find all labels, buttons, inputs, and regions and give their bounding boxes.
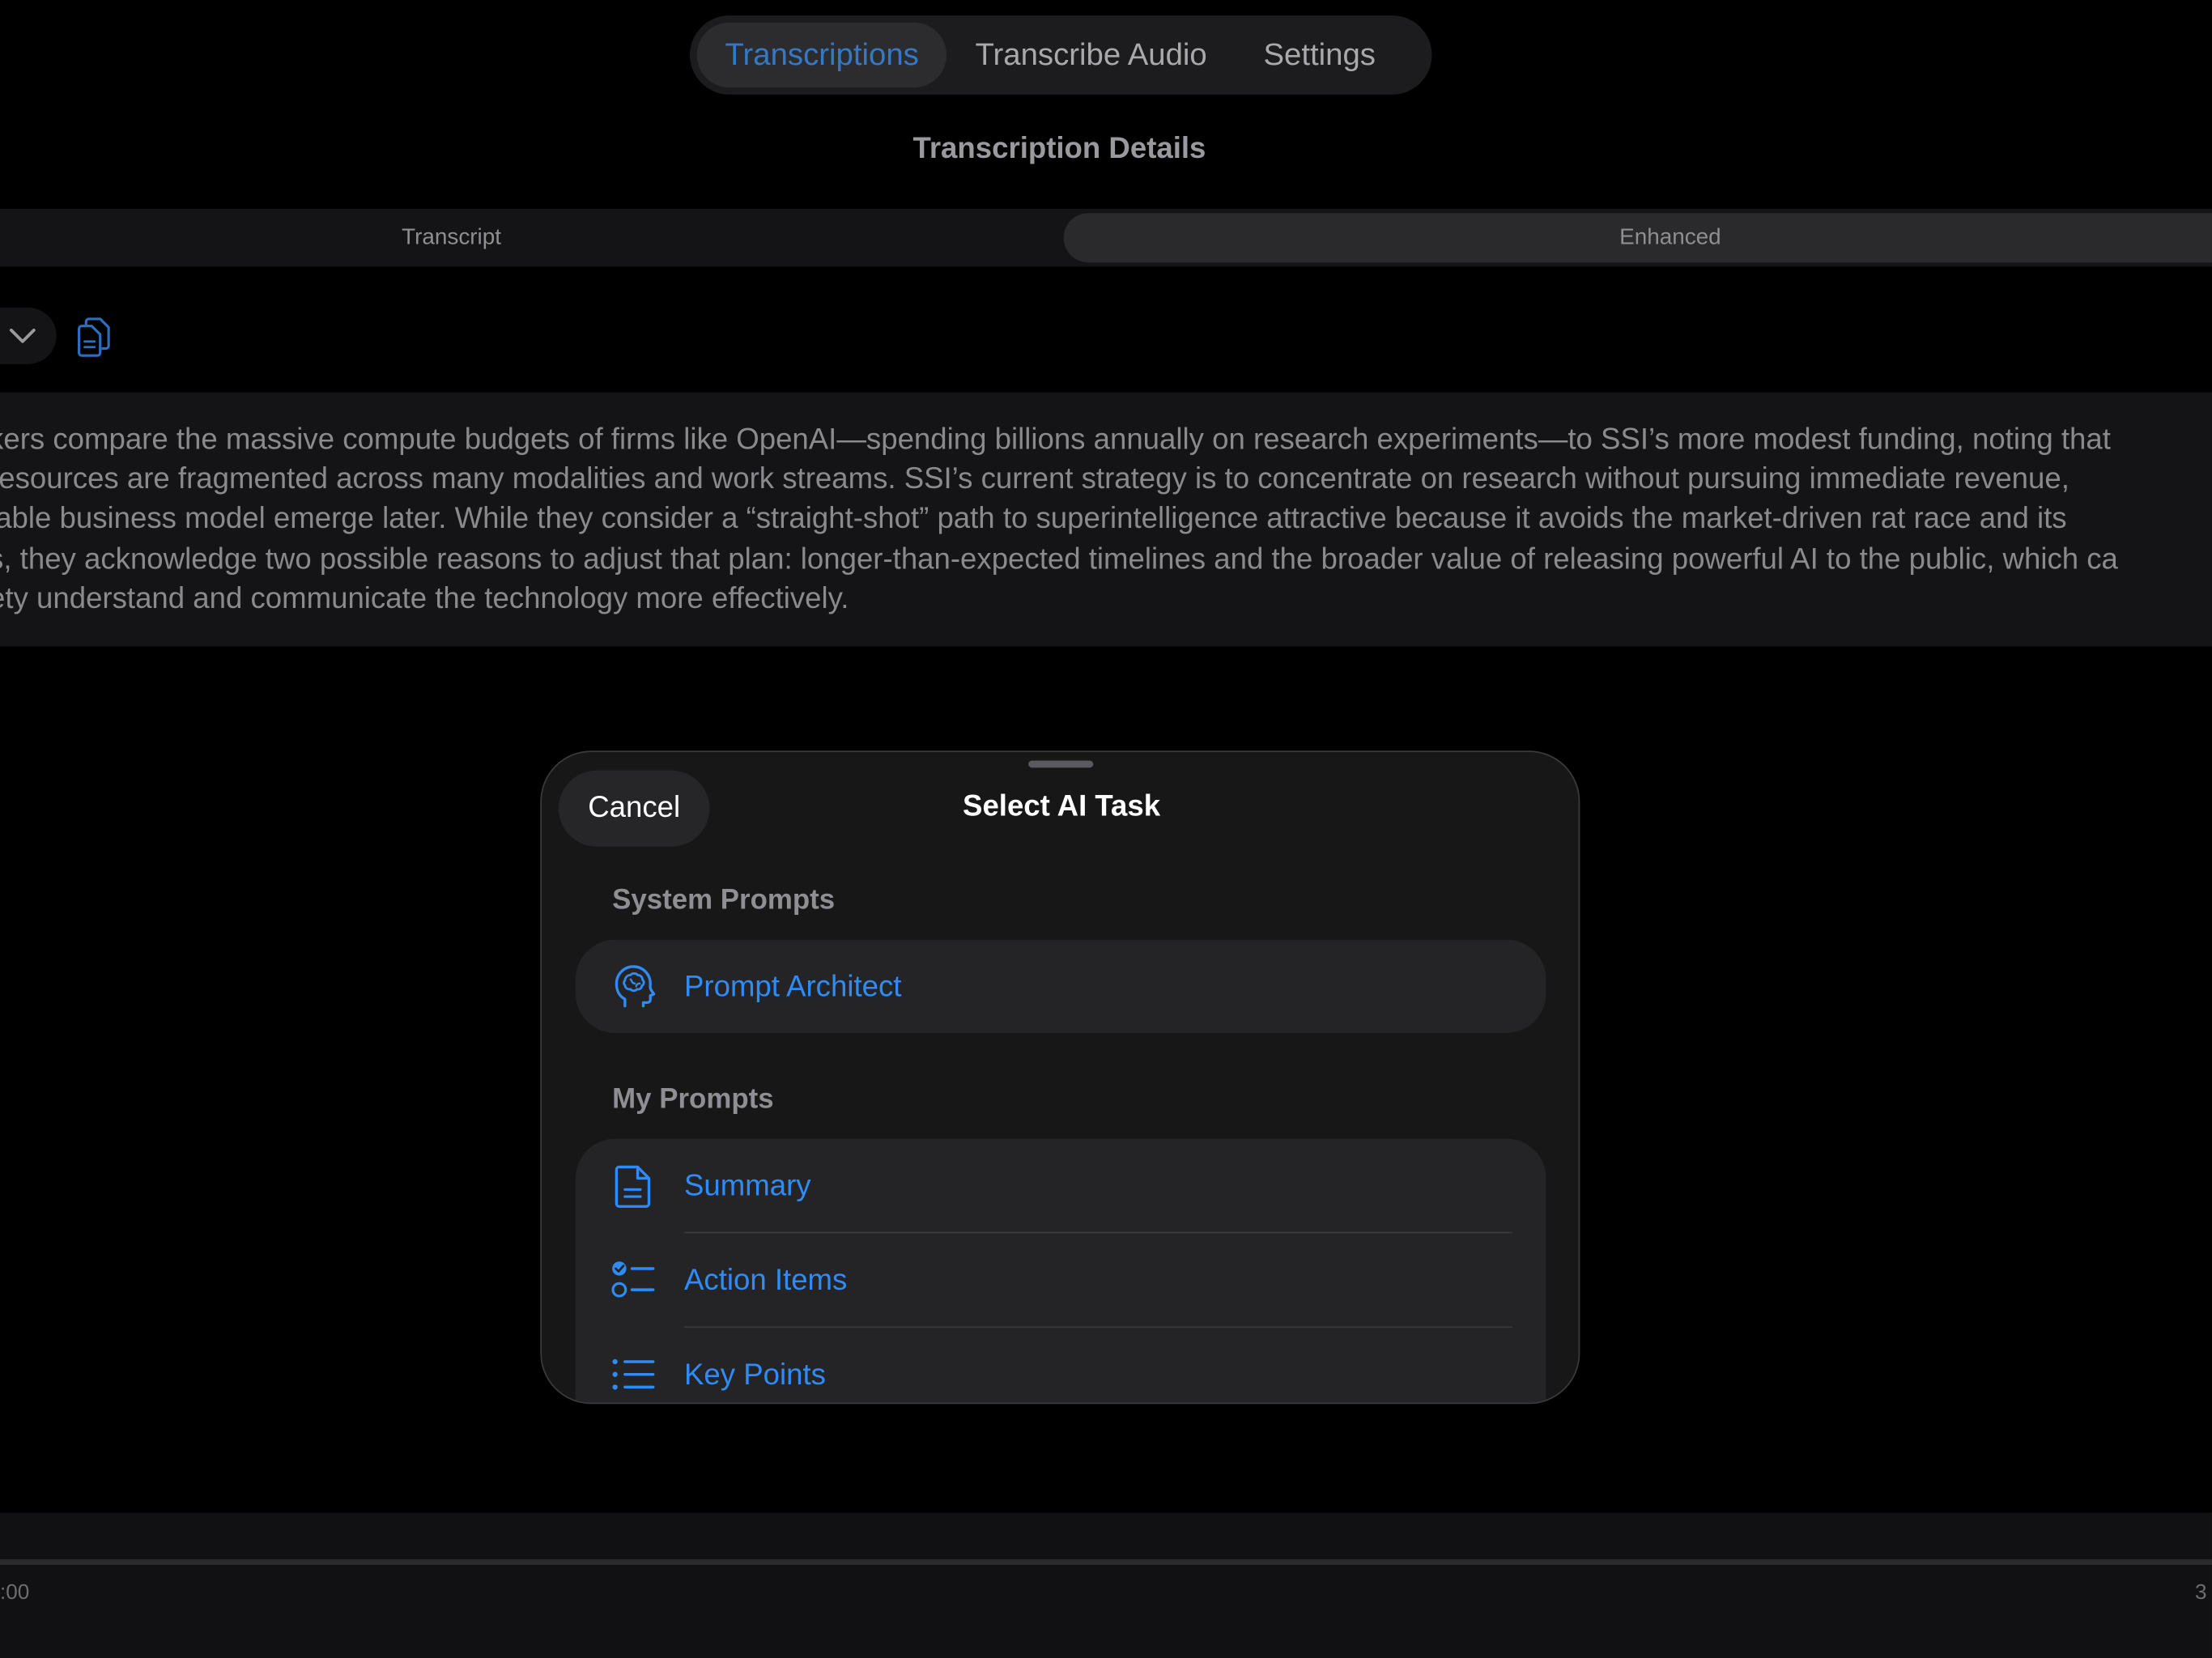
brain-head-icon [615,965,656,1008]
prompt-item-action-items[interactable]: Action Items [576,1233,1546,1329]
copy-button[interactable] [74,316,113,358]
view-segmented-control: Transcript Enhanced [0,208,2212,267]
prompt-item-label: Key Points [684,1358,826,1391]
tab-transcriptions[interactable]: Transcriptions [696,22,947,88]
sheet-grabber[interactable] [1028,760,1094,768]
app-screen: Transcriptions Transcribe Audio Settings… [0,0,2212,1658]
section-header-my-prompts: My Prompts [612,1083,774,1115]
tab-transcript[interactable]: Transcript [0,213,903,262]
checklist-icon [611,1261,655,1298]
my-prompts-group: Summary Action Items Key Points [575,1138,1546,1403]
playback-scrubber[interactable] [0,1559,2212,1565]
prompt-item-label: Prompt Architect [684,970,902,1003]
tab-transcribe-audio[interactable]: Transcribe Audio [947,23,1236,87]
text-line: ety understand and communicate the techn… [0,582,849,615]
total-time: 3 [2195,1580,2207,1605]
text-line: kers compare the massive compute budgets… [0,423,2111,456]
text-line: resources are fragmented across many mod… [0,463,2069,496]
prompt-item-key-points[interactable]: Key Points [576,1328,1546,1402]
toolbar [0,307,282,364]
prompt-item-label: Summary [684,1169,811,1202]
document-icon [615,1165,651,1208]
elapsed-time: :00 [0,1580,30,1605]
prompt-item-prompt-architect[interactable]: Prompt Architect [576,940,1546,1033]
prompt-item-label: Action Items [684,1263,848,1296]
tab-enhanced[interactable]: Enhanced [1063,213,2212,263]
prompt-dropdown-button[interactable] [0,307,57,364]
select-ai-task-sheet: Cancel Select AI Task System Prompts Pro… [540,750,1580,1405]
top-tab-bar: Transcriptions Transcribe Audio Settings [689,15,1432,95]
sheet-title: Select AI Task [963,790,1161,823]
tab-settings[interactable]: Settings [1236,23,1404,87]
section-header-system-prompts: System Prompts [612,884,836,916]
audio-player: :00 3 [0,1512,2212,1658]
text-line: s, they acknowledge two possible reasons… [0,542,2118,576]
chevron-down-icon [10,328,36,343]
prompt-item-summary[interactable]: Summary [576,1139,1546,1234]
text-line: iable business model emerge later. While… [0,503,2067,536]
system-prompts-group: Prompt Architect [575,939,1546,1033]
enhanced-text: kers compare the massive compute budgets… [0,392,2212,647]
page-title: Transcription Details [912,132,1206,165]
bullet-list-icon [612,1358,655,1390]
copy-icon [78,317,110,357]
